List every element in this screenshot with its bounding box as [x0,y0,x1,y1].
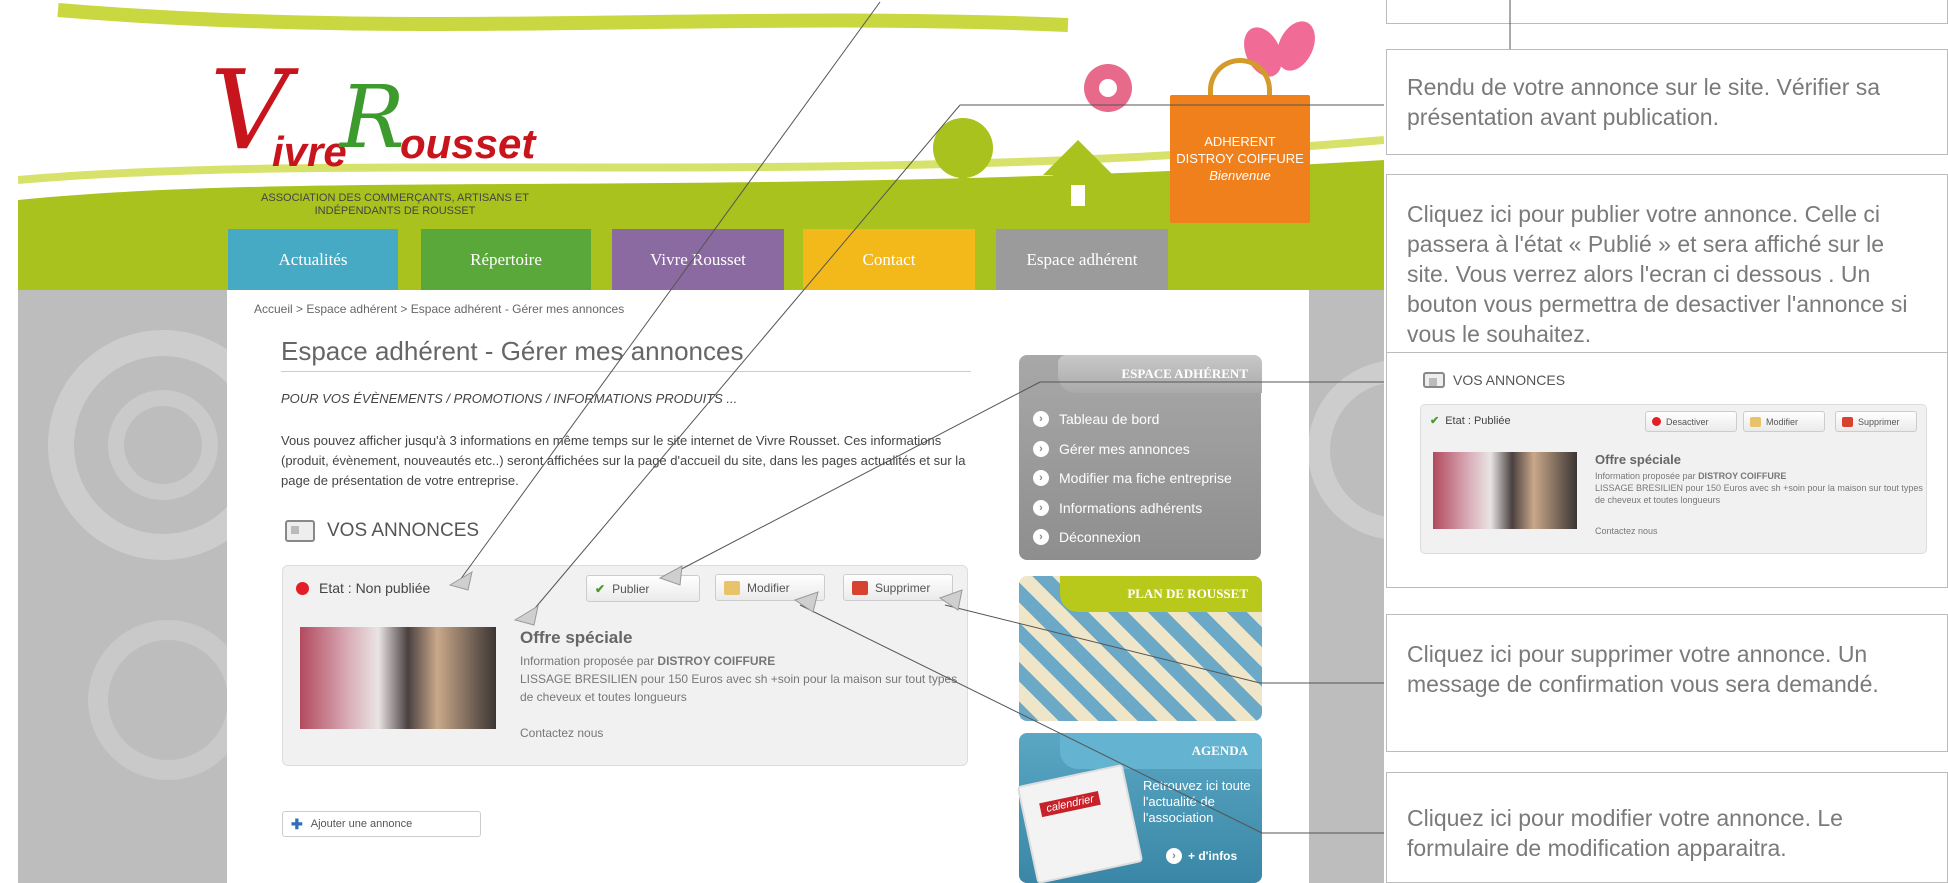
chevron-right-icon: › [1033,411,1049,427]
page: V ivre R ousset ASSOCIATION DES COMMERÇA… [0,0,1948,883]
preview-photo [1433,452,1577,529]
publish-button[interactable]: ✔ Publier [586,575,700,602]
sidebar-item-gerer-annonces[interactable]: › Gérer mes annonces [1033,441,1190,457]
tab-espace-adherent[interactable]: Espace adhérent [996,229,1168,290]
status-badge: Etat : Non publiée [296,580,430,596]
preview-section-title: VOS ANNONCES [1423,372,1565,388]
map-title: PLAN DE ROUSSET [1060,576,1262,612]
breadcrumb[interactable]: Accueil > Espace adhérent > Espace adhér… [254,302,624,316]
red-dot-icon [1652,417,1661,426]
preview-status: ✔ Etat : Publiée [1430,414,1511,428]
chevron-right-icon: › [1033,470,1049,486]
preview-offer-description: Information proposée par DISTROY COIFFUR… [1595,471,1923,505]
contact-link[interactable]: Contactez nous [520,726,603,740]
trash-icon [1842,416,1853,427]
preview-offer-title: Offre spéciale [1595,452,1681,467]
pencil-icon [724,580,740,595]
annotation-box-top [1386,0,1948,24]
add-annonce-button[interactable]: ✚ Ajouter une annonce [282,811,481,837]
agenda-more-link[interactable]: › + d'infos [1166,848,1237,864]
member-badge[interactable]: ADHERENT DISTROY COIFFURE Bienvenue [1170,95,1310,223]
newspaper-icon [1423,372,1445,388]
annotation-modify: Cliquez ici pour modifier votre annonce.… [1386,772,1948,883]
newspaper-icon [285,520,315,542]
trash-icon [852,580,868,595]
tab-actualites[interactable]: Actualités [228,229,398,290]
offer-title: Offre spéciale [520,628,633,647]
preview-delete-button[interactable]: Supprimer [1835,411,1917,432]
checkmark-icon: ✔ [1430,415,1440,427]
intro-text: POUR VOS ÉVÈNEMENTS / PROMOTIONS / INFOR… [281,391,738,406]
flower-icon [1084,64,1132,112]
plus-icon: ✚ [291,815,303,832]
pencil-icon [1750,416,1761,427]
chevron-right-icon: › [1033,529,1049,545]
title-divider [281,371,971,372]
preview-modify-button[interactable]: Modifier [1743,411,1825,432]
tab-vivre-rousset[interactable]: Vivre Rousset [612,229,784,290]
chevron-right-icon: › [1033,500,1049,516]
sidebar-title: ESPACE ADHÉRENT [1058,355,1262,393]
main-nav: Actualités Répertoire Vivre Rousset Cont… [18,229,1384,290]
annotation-render: Rendu de votre annonce sur le site. Véri… [1386,49,1948,155]
deactivate-button[interactable]: Desactiver [1645,411,1737,432]
modify-button[interactable]: Modifier [715,574,825,601]
chevron-right-icon: › [1166,848,1182,864]
sidebar-item-tableau-de-bord[interactable]: › Tableau de bord [1033,411,1159,427]
annonce-photo [300,627,496,729]
sidebar-item-informations[interactable]: › Informations adhérents [1033,500,1202,516]
preview-contact-link[interactable]: Contactez nous [1595,526,1658,536]
offer-description: Information proposée par DISTROY COIFFUR… [520,654,958,704]
logo-subtitle: ASSOCIATION DES COMMERÇANTS, ARTISANS ET… [261,192,529,217]
sidebar-item-modifier-fiche[interactable]: › Modifier ma fiche entreprise [1033,470,1232,486]
sidebar-item-deconnexion[interactable]: › Déconnexion [1033,529,1141,545]
checkmark-icon: ✔ [595,581,606,596]
annotation-publish: Cliquez ici pour publier votre annonce. … [1386,174,1948,354]
agenda-text: Retrouvez ici toute l'actualité de l'ass… [1143,778,1251,825]
chevron-right-icon: › [1033,441,1049,457]
tab-contact[interactable]: Contact [803,229,975,290]
section-title: VOS ANNONCES [285,520,479,542]
red-dot-icon [296,581,309,595]
tab-repertoire[interactable]: Répertoire [421,229,591,290]
annotation-delete: Cliquez ici pour supprimer votre annonce… [1386,614,1948,752]
calendar-icon [1016,763,1144,883]
page-title: Espace adhérent - Gérer mes annonces [281,336,744,366]
description-text: Vous pouvez afficher jusqu'à 3 informati… [281,433,966,488]
delete-button[interactable]: Supprimer [843,574,953,601]
agenda-title: AGENDA [1060,733,1262,769]
house-icon [1043,140,1113,206]
